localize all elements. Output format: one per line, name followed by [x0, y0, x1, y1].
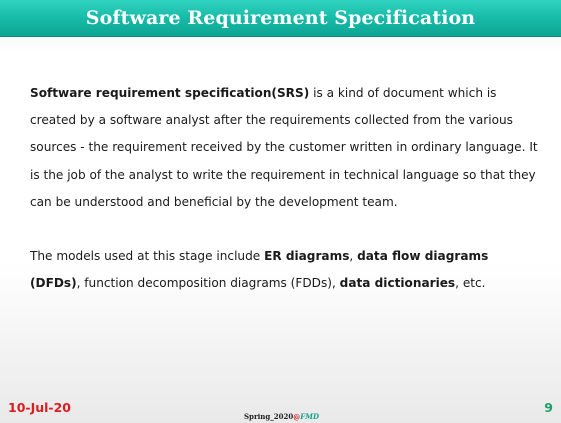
title-bar: Software Requirement Specification — [0, 0, 561, 37]
models-data-dictionaries: data dictionaries — [339, 276, 456, 291]
slide: Software Requirement Specification Softw… — [0, 0, 561, 423]
footer-credit-prefix: Spring_2020 — [244, 412, 294, 421]
footer-credit-suffix: FMD — [300, 412, 320, 421]
paragraph-srs-definition: Software requirement specification(SRS) … — [30, 80, 542, 216]
srs-term: Software requirement specification(SRS) — [30, 86, 310, 100]
models-separator-2: , function decomposition diagrams (FDDs)… — [76, 276, 340, 291]
slide-body: Software requirement specification(SRS) … — [30, 80, 542, 297]
models-separator-1: , — [349, 249, 358, 264]
models-outro: , etc. — [455, 276, 486, 291]
paragraph-models: The models used at this stage include ER… — [30, 243, 542, 297]
footer-date: 10-Jul-20 — [8, 400, 72, 415]
models-er-diagrams: ER diagrams — [264, 249, 350, 264]
page-number: 9 — [544, 400, 553, 415]
models-intro: The models used at this stage include — [30, 249, 265, 264]
srs-definition-text: is a kind of document which is created b… — [30, 86, 538, 209]
slide-title: Software Requirement Specification — [85, 7, 476, 29]
footer-credit: Spring_2020@FMD — [244, 412, 319, 421]
